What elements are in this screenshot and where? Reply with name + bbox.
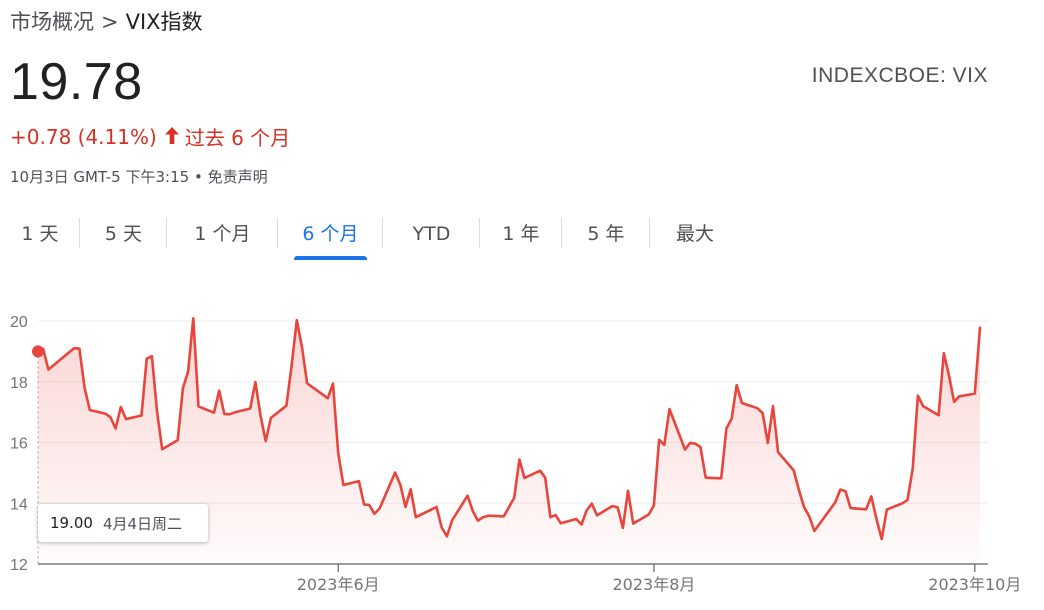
x-tick-label: 2023年8月 [612,575,695,594]
tab-6-months[interactable]: 6 个月 [278,212,383,260]
range-tabs: 1 天 5 天 1 个月 6 个月 YTD 1 年 5 年 最大 [0,212,740,260]
active-tab-indicator [294,256,367,260]
highlight-marker [32,345,44,358]
tooltip-value: 19.00 [50,514,93,532]
y-tick-label: 12 [10,557,28,574]
tab-1-year[interactable]: 1 年 [480,212,562,256]
y-tick-label: 16 [10,436,28,453]
quote-timestamp: 10月3日 GMT-5 下午3:15 [10,168,190,186]
tab-label: 6 个月 [302,223,359,245]
tab-label: 1 年 [502,223,540,245]
y-tick-label: 18 [10,375,28,392]
change-period: 过去 6 个月 [184,126,291,150]
chart-tooltip: 19.00 4月4日周二 [38,504,208,542]
breadcrumb-separator: > [101,10,119,34]
tab-1-day[interactable]: 1 天 [0,212,80,256]
price-chart[interactable]: 12 14 16 18 20 2023年6月 2023年8月 2023年10月 [0,290,1044,610]
y-tick-label: 14 [10,496,28,513]
x-tick-label: 2023年6月 [297,575,380,594]
tab-5-days[interactable]: 5 天 [80,212,167,256]
tab-max[interactable]: 最大 [650,212,740,256]
meta-separator: • [193,168,203,186]
tab-ytd[interactable]: YTD [383,212,480,256]
quote-meta: 10月3日 GMT-5 下午3:15 • 免责声明 [10,166,268,187]
breadcrumb-market-overview[interactable]: 市场概况 [10,10,94,34]
y-tick-label: 20 [10,314,28,331]
tooltip-date: 4月4日周二 [102,514,183,533]
tab-label: YTD [412,223,451,245]
current-price: 19.78 [10,53,143,111]
breadcrumb-current: VIX指数 [125,10,203,34]
ticker-symbol: INDEXCBOE: VIX [811,64,988,87]
disclaimer-link[interactable]: 免责声明 [208,168,268,186]
price-change: +0.78 (4.11%) 过去 6 个月 [10,122,290,151]
change-amount: +0.78 (4.11%) [10,124,157,149]
tab-label: 最大 [675,223,714,245]
tab-label: 1 个月 [194,223,251,245]
arrow-up-icon [164,125,179,149]
breadcrumb: 市场概况 > VIX指数 [10,6,203,36]
tab-label: 1 天 [21,223,59,245]
tab-label: 5 天 [104,223,143,245]
x-tick-label: 2023年10月 [928,575,1021,594]
tab-5-years[interactable]: 5 年 [562,212,650,256]
tab-label: 5 年 [587,223,625,245]
tab-1-month[interactable]: 1 个月 [167,212,278,256]
